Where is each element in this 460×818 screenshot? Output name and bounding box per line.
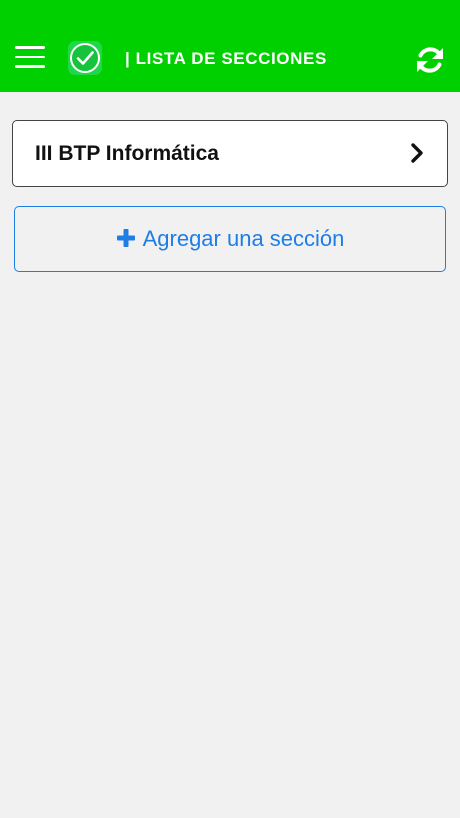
- check-logo-icon: [67, 40, 103, 76]
- plus-icon: [116, 228, 136, 248]
- add-section-content: Agregar una sección: [116, 226, 345, 252]
- menu-line: [15, 65, 45, 68]
- section-name: III BTP Informática: [35, 142, 219, 165]
- add-section-button[interactable]: Agregar una sección: [14, 206, 446, 272]
- chevron-right-icon: [409, 141, 425, 165]
- section-list-item[interactable]: III BTP Informática: [12, 120, 448, 187]
- add-section-label: Agregar una sección: [142, 226, 345, 251]
- menu-line: [15, 55, 45, 59]
- page-title: | LISTA DE SECCIONES: [125, 49, 327, 68]
- app-header: | LISTA DE SECCIONES: [0, 0, 460, 92]
- menu-line: [15, 46, 45, 49]
- menu-button[interactable]: [15, 46, 45, 68]
- refresh-icon[interactable]: [414, 44, 446, 76]
